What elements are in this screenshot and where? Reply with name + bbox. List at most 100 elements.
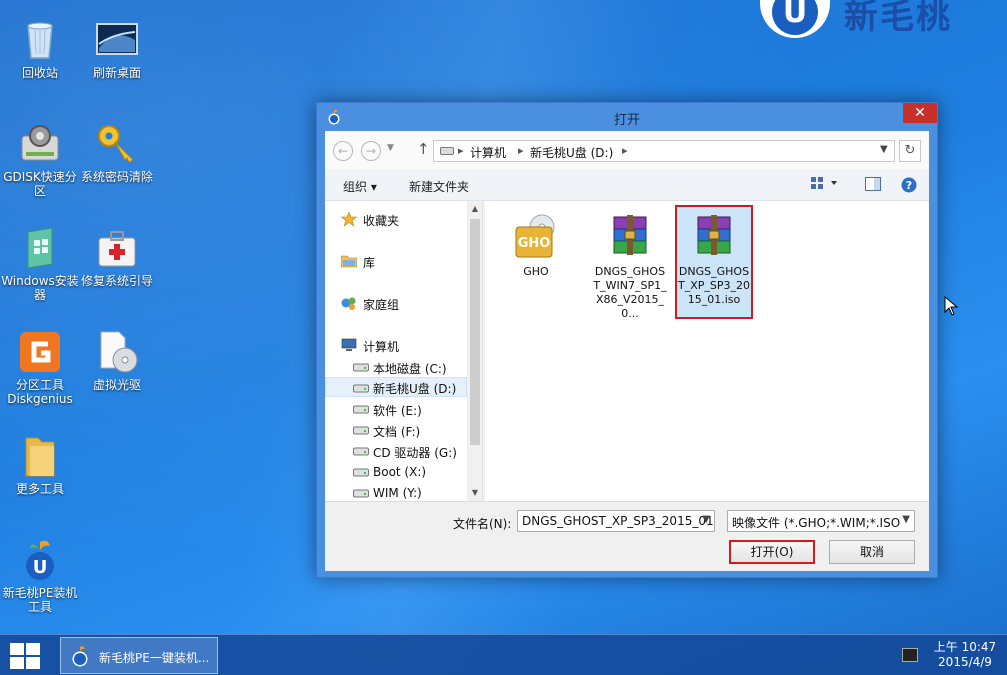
new-folder-button[interactable]: 新建文件夹 — [409, 178, 469, 195]
virtual-drive-icon — [95, 330, 139, 374]
chevron-down-icon[interactable]: ▼ — [902, 514, 910, 525]
desktop-icon-repair-boot[interactable]: 修复系统引导 — [77, 226, 157, 288]
nav-item-drive-f[interactable]: 文档 (F:) — [325, 420, 467, 440]
taskbar-item-label: 新毛桃PE一键装机... — [99, 651, 210, 665]
drive-icon — [353, 465, 369, 479]
nav-item-homegroup[interactable]: 家庭组 — [325, 293, 467, 313]
drive-icon — [353, 402, 369, 416]
preview-pane-icon[interactable] — [865, 177, 881, 194]
open-button[interactable]: 打开(O) — [729, 540, 815, 564]
brand-logo: U 新毛桃 — [760, 0, 952, 38]
nav-item-drive-c[interactable]: 本地磁盘 (C:) — [325, 357, 467, 377]
scroll-up-arrow[interactable]: ▲ — [467, 201, 482, 217]
first-aid-kit-icon — [95, 226, 139, 270]
windows-installer-icon — [18, 226, 62, 270]
clock-date: 2015/4/9 — [938, 655, 992, 669]
desktop-icon-recycle-bin[interactable]: 回收站 — [0, 18, 80, 80]
file-item-selected[interactable]: DNGS_GHOST_XP_SP3_2015_01.iso — [675, 205, 753, 319]
view-options-icon[interactable] — [811, 177, 841, 194]
brand-text: 新毛桃 — [844, 0, 952, 37]
chevron-down-icon[interactable]: ▼ — [702, 514, 710, 525]
desktop-icon-label: 回收站 — [21, 66, 58, 80]
breadcrumb-separator: ▸ — [458, 144, 464, 157]
desktop-icon-diskgenius[interactable]: 分区工具Diskgenius — [0, 330, 80, 406]
desktop-icon-label: 系统密码清除 — [80, 170, 153, 184]
nav-item-drive-g[interactable]: CD 驱动器 (G:) — [325, 441, 467, 461]
display-tray-icon[interactable] — [902, 648, 918, 662]
file-name: GHO — [523, 265, 549, 278]
key-icon — [95, 122, 139, 166]
help-icon[interactable]: ? — [901, 177, 917, 196]
desktop-icon-gdisk[interactable]: GDISK快速分区 — [0, 122, 80, 198]
recycle-bin-icon — [18, 18, 62, 62]
cancel-button[interactable]: 取消 — [829, 540, 915, 564]
close-button[interactable]: ✕ — [903, 103, 937, 123]
gdisk-icon — [18, 122, 62, 166]
dialog-footer: 文件名(N): DNGS_GHOST_XP_SP3_2015_01 ▼ 映像文件… — [325, 501, 929, 571]
file-item[interactable]: DNGS_GHOST_WIN7_SP1_X86_V2015_0... — [593, 207, 667, 321]
file-type-select[interactable]: 映像文件 (*.GHO;*.WIM;*.ISO ▼ — [727, 510, 915, 532]
xinmaotao-logo-icon — [69, 645, 91, 667]
nav-item-drive-e[interactable]: 软件 (E:) — [325, 399, 467, 419]
taskbar-item-pe-installer[interactable]: 新毛桃PE一键装机... — [60, 637, 218, 674]
file-item[interactable]: GHO GHO — [499, 207, 573, 279]
drive-icon — [353, 423, 369, 437]
desktop-icon-label: GDISK快速分区 — [3, 170, 77, 198]
address-bar[interactable]: ▸ 计算机 ▸ 新毛桃U盘 (D:) ▸ ▼ — [433, 140, 895, 162]
gho-file-icon: GHO — [512, 213, 560, 261]
winrar-archive-icon — [690, 213, 738, 261]
dialog-titlebar[interactable]: 打开 ✕ — [317, 103, 937, 131]
up-button[interactable]: ↑ — [417, 140, 430, 158]
file-list: GHO GHO DNGS_GHOST_WIN7_SP1_X86_V2015_0.… — [485, 201, 929, 501]
drive-icon — [353, 486, 369, 500]
refresh-desktop-icon — [95, 18, 139, 62]
nav-item-drive-x[interactable]: Boot (X:) — [325, 462, 467, 482]
nav-item-computer[interactable]: 计算机 — [325, 335, 467, 355]
clock-time: 上午 10:47 — [933, 640, 997, 654]
dialog-body: ← → ▼ ↑ ▸ 计算机 ▸ 新毛桃U盘 (D:) ▸ ▼ ↻ 组织 ▾ 新建… — [325, 131, 929, 571]
breadcrumb-computer[interactable]: 计算机 — [470, 144, 506, 161]
recent-locations-dropdown[interactable]: ▼ — [387, 143, 394, 153]
desktop-icon-pe-installer[interactable]: U 新毛桃PE装机工具 — [0, 538, 80, 614]
chevron-down-icon[interactable]: ▼ — [880, 144, 888, 155]
nav-item-favorites[interactable]: 收藏夹 — [325, 209, 467, 229]
system-clock[interactable]: 上午 10:47 2015/4/9 — [930, 640, 1000, 670]
filename-input[interactable]: DNGS_GHOST_XP_SP3_2015_01 ▼ — [517, 510, 715, 532]
svg-text:GHO: GHO — [518, 236, 551, 251]
file-type-value: 映像文件 (*.GHO;*.WIM;*.ISO — [732, 516, 901, 530]
file-name: DNGS_GHOST_WIN7_SP1_X86_V2015_0... — [593, 265, 667, 320]
desktop-icon-more-tools[interactable]: 更多工具 — [0, 434, 80, 496]
nav-item-libraries[interactable]: 库 — [325, 251, 467, 271]
refresh-button[interactable]: ↻ — [899, 140, 921, 162]
dialog-toolbar: 组织 ▾ 新建文件夹 ? — [325, 169, 929, 201]
dialog-title: 打开 — [613, 113, 640, 128]
nav-scrollbar[interactable]: ▲ ▼ — [467, 201, 482, 501]
start-button[interactable] — [10, 643, 40, 669]
open-file-dialog: 打开 ✕ ← → ▼ ↑ ▸ 计算机 ▸ 新毛桃U盘 (D:) ▸ ▼ ↻ 组织… — [316, 102, 938, 578]
scroll-thumb[interactable] — [470, 219, 480, 445]
svg-text:U: U — [33, 557, 48, 578]
scroll-down-arrow[interactable]: ▼ — [467, 485, 482, 501]
homegroup-icon — [341, 296, 357, 310]
nav-item-drive-d[interactable]: 新毛桃U盘 (D:) — [325, 377, 467, 397]
desktop-icon-label: 分区工具Diskgenius — [7, 378, 73, 406]
desktop-icon-password-clear[interactable]: 系统密码清除 — [77, 122, 157, 184]
back-button[interactable]: ← — [333, 141, 353, 161]
breadcrumb-separator: ▸ — [622, 144, 628, 157]
folder-icon — [18, 434, 62, 478]
drive-icon — [353, 381, 369, 395]
forward-button[interactable]: → — [361, 141, 381, 161]
drive-icon — [353, 444, 369, 458]
winrar-archive-icon — [606, 213, 654, 261]
drive-icon — [440, 147, 454, 155]
desktop-icon-windows-installer[interactable]: Windows安装器 — [0, 226, 80, 302]
desktop-icon-refresh-desktop[interactable]: 刷新桌面 — [77, 18, 157, 80]
file-name: DNGS_GHOST_XP_SP3_2015_01.iso — [678, 265, 750, 306]
nav-item-drive-y[interactable]: WIM (Y:) — [325, 483, 467, 501]
breadcrumb-drive[interactable]: 新毛桃U盘 (D:) — [530, 144, 613, 161]
xinmaotao-logo-icon: U — [18, 538, 62, 582]
organize-button[interactable]: 组织 ▾ — [343, 178, 377, 195]
brand-u-letter: U — [772, 0, 818, 35]
desktop-icon-label: 修复系统引导 — [80, 274, 153, 288]
desktop-icon-virtual-drive[interactable]: 虚拟光驱 — [77, 330, 157, 392]
